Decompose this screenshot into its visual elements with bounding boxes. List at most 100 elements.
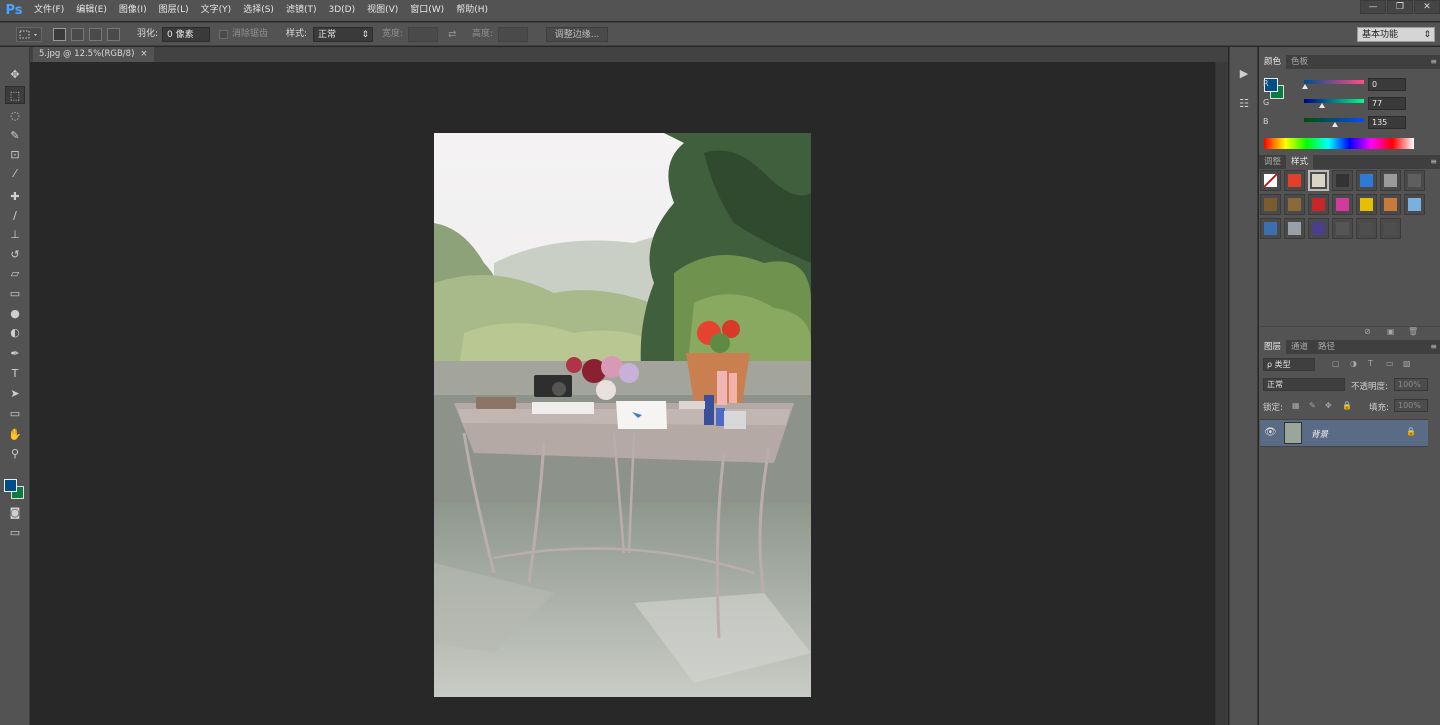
eyedropper-tool[interactable]: ⁄ bbox=[5, 164, 25, 182]
properties-icon[interactable]: ☷ bbox=[1235, 95, 1253, 111]
clear-style-icon[interactable]: ⊘ bbox=[1364, 327, 1371, 336]
style-swatch[interactable] bbox=[1356, 218, 1377, 239]
quick-select-tool[interactable]: ✎ bbox=[5, 126, 25, 144]
path-select-tool[interactable]: ➤ bbox=[5, 384, 25, 402]
new-style-icon[interactable]: ▣ bbox=[1387, 327, 1395, 336]
style-swatch[interactable] bbox=[1404, 194, 1425, 215]
menu-file[interactable]: 文件(F) bbox=[28, 0, 70, 21]
menu-select[interactable]: 选择(S) bbox=[237, 0, 280, 21]
style-select[interactable]: 正常 ⇕ bbox=[313, 27, 373, 42]
height-input[interactable] bbox=[498, 27, 528, 42]
b-value-input[interactable]: 135 bbox=[1368, 116, 1406, 129]
eraser-tool[interactable]: ▱ bbox=[5, 264, 25, 282]
layer-filter-kind[interactable]: ρ 类型 bbox=[1263, 358, 1315, 371]
r-slider[interactable] bbox=[1304, 80, 1364, 84]
style-swatch[interactable] bbox=[1284, 194, 1305, 215]
r-slider-thumb[interactable] bbox=[1302, 84, 1308, 89]
style-swatch[interactable] bbox=[1332, 194, 1353, 215]
style-swatch[interactable] bbox=[1380, 194, 1401, 215]
document-tab[interactable]: 5.jpg @ 12.5%(RGB/8) × bbox=[33, 47, 154, 62]
style-swatch[interactable] bbox=[1308, 170, 1329, 191]
panel-menu-icon[interactable]: ≡ bbox=[1430, 155, 1437, 169]
menu-type[interactable]: 文字(Y) bbox=[195, 0, 238, 21]
style-swatch[interactable] bbox=[1404, 170, 1425, 191]
tab-paths[interactable]: 路径 bbox=[1313, 340, 1340, 354]
layer-name[interactable]: 背景 bbox=[1311, 428, 1328, 440]
g-value-input[interactable]: 77 bbox=[1368, 97, 1406, 110]
fill-input[interactable]: 100% bbox=[1394, 399, 1428, 412]
history-brush-tool[interactable]: ↺ bbox=[5, 245, 25, 263]
move-tool[interactable]: ✥ bbox=[5, 65, 25, 83]
workspace-select[interactable]: 基本功能 ⇕ bbox=[1357, 27, 1435, 42]
antialias-checkbox[interactable] bbox=[219, 30, 228, 39]
refine-edge-button[interactable]: 调整边缘... bbox=[546, 27, 608, 42]
menu-window[interactable]: 窗口(W) bbox=[404, 0, 450, 21]
style-swatch[interactable] bbox=[1380, 170, 1401, 191]
blend-mode-select[interactable]: 正常 bbox=[1263, 378, 1345, 391]
style-swatch[interactable] bbox=[1260, 218, 1281, 239]
color-spectrum-bar[interactable] bbox=[1264, 138, 1414, 149]
delete-style-icon[interactable]: 🗑 bbox=[1408, 327, 1418, 336]
healing-brush-tool[interactable]: ✚ bbox=[5, 187, 25, 205]
tab-channels[interactable]: 通道 bbox=[1286, 340, 1313, 354]
lock-position-icon[interactable]: ✥ bbox=[1325, 401, 1332, 410]
tab-adjustments[interactable]: 调整 bbox=[1259, 155, 1286, 169]
minimize-button[interactable]: — bbox=[1360, 0, 1386, 14]
close-tab-icon[interactable]: × bbox=[140, 47, 147, 62]
marquee-tool[interactable]: ⬚ bbox=[5, 86, 25, 104]
g-slider-thumb[interactable] bbox=[1319, 103, 1325, 108]
foreground-color-swatch[interactable] bbox=[4, 479, 17, 492]
type-tool[interactable]: T bbox=[5, 364, 25, 382]
tab-swatches[interactable]: 色板 bbox=[1286, 55, 1313, 69]
document-image[interactable] bbox=[434, 133, 811, 697]
screen-mode-icon[interactable]: ▭ bbox=[5, 523, 25, 541]
rectangle-tool[interactable]: ▭ bbox=[5, 404, 25, 422]
g-slider[interactable] bbox=[1304, 99, 1364, 103]
clone-stamp-tool[interactable]: ⊥ bbox=[5, 225, 25, 243]
style-swatch[interactable] bbox=[1332, 218, 1353, 239]
lock-transparent-icon[interactable]: ▦ bbox=[1292, 401, 1300, 410]
style-swatch[interactable] bbox=[1308, 218, 1329, 239]
intersect-selection-mode[interactable] bbox=[107, 28, 120, 41]
blur-tool[interactable]: ● bbox=[5, 304, 25, 322]
swap-icon[interactable]: ⇄ bbox=[448, 27, 456, 42]
menu-filter[interactable]: 滤镜(T) bbox=[280, 0, 323, 21]
hand-tool[interactable]: ✋ bbox=[5, 425, 25, 443]
crop-tool[interactable]: ⊡ bbox=[5, 145, 25, 163]
style-swatch[interactable] bbox=[1260, 170, 1281, 191]
filter-type-icon[interactable]: T bbox=[1368, 359, 1373, 368]
lock-all-icon[interactable]: 🔒 bbox=[1342, 401, 1352, 410]
menu-3d[interactable]: 3D(D) bbox=[322, 0, 361, 21]
lasso-tool[interactable]: ◌ bbox=[5, 106, 25, 124]
filter-smart-object-icon[interactable]: ▨ bbox=[1403, 359, 1411, 368]
gradient-tool[interactable]: ▭ bbox=[5, 284, 25, 302]
tab-color[interactable]: 颜色 bbox=[1259, 55, 1287, 69]
dodge-tool[interactable]: ◐ bbox=[5, 323, 25, 341]
restore-button[interactable]: ❐ bbox=[1387, 0, 1413, 14]
width-input[interactable] bbox=[408, 27, 438, 42]
visibility-eye-icon[interactable]: 👁 bbox=[1264, 427, 1277, 438]
filter-adjustment-icon[interactable]: ◑ bbox=[1350, 359, 1357, 368]
style-swatch[interactable] bbox=[1284, 170, 1305, 191]
panel-menu-icon[interactable]: ≡ bbox=[1430, 55, 1437, 69]
feather-input[interactable]: 0 像素 bbox=[162, 27, 210, 42]
menu-edit[interactable]: 编辑(E) bbox=[70, 0, 113, 21]
filter-shape-icon[interactable]: ▭ bbox=[1386, 359, 1394, 368]
quick-mask-icon[interactable]: ◙ bbox=[5, 503, 25, 521]
brush-tool[interactable]: ∕ bbox=[5, 206, 25, 224]
menu-layer[interactable]: 图层(L) bbox=[153, 0, 195, 21]
tool-preset-picker[interactable] bbox=[16, 27, 42, 42]
style-swatch[interactable] bbox=[1308, 194, 1329, 215]
subtract-selection-mode[interactable] bbox=[89, 28, 102, 41]
vertical-scrollbar[interactable] bbox=[1215, 62, 1228, 725]
new-selection-mode[interactable] bbox=[53, 28, 66, 41]
play-icon[interactable]: ▶ bbox=[1235, 65, 1253, 81]
menu-view[interactable]: 视图(V) bbox=[361, 0, 404, 21]
style-swatch[interactable] bbox=[1356, 194, 1377, 215]
r-value-input[interactable]: 0 bbox=[1368, 78, 1406, 91]
style-swatch[interactable] bbox=[1260, 194, 1281, 215]
lock-brush-icon[interactable]: ✎ bbox=[1309, 401, 1316, 410]
style-swatch[interactable] bbox=[1380, 218, 1401, 239]
panel-menu-icon[interactable]: ≡ bbox=[1430, 340, 1437, 354]
zoom-tool[interactable]: ⚲ bbox=[5, 444, 25, 462]
